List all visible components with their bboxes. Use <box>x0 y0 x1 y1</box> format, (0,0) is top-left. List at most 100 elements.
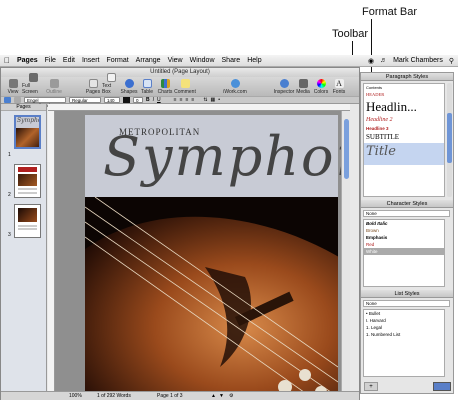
table-button[interactable]: Table <box>138 79 156 95</box>
align-center-icon[interactable]: ≡ <box>180 97 183 103</box>
pages-window: Untitled (Page Layout) View Full Screen … <box>0 67 360 400</box>
symphony-title[interactable]: Symphony <box>103 125 350 188</box>
styles-drawer-icon[interactable] <box>14 97 21 103</box>
align-left-icon[interactable]: ≡ <box>174 97 177 103</box>
columns-icon[interactable]: ▦ <box>211 97 216 103</box>
paragraph-styles-scroll-thumb[interactable] <box>447 113 452 163</box>
page-number-3: 3 <box>8 232 11 238</box>
canvas-scroll-thumb[interactable] <box>344 119 349 179</box>
toolbar-callout: Toolbar <box>332 28 369 40</box>
inspector-button[interactable]: Inspector <box>274 79 294 95</box>
toolbar: View Full Screen Outline Pages Text Box … <box>1 73 359 96</box>
media-button[interactable]: Media <box>294 79 312 95</box>
page-down-icon[interactable]: ▼ <box>219 393 224 399</box>
character-styles-list[interactable]: Bold Italic Brown Emphasis Red White <box>363 219 445 287</box>
character-style-item[interactable]: Bold Italic <box>364 220 444 227</box>
page-thumbnail-1[interactable]: Symphony <box>14 115 41 149</box>
full-screen-button[interactable]: Full Screen <box>22 73 44 95</box>
align-right-icon[interactable]: ≡ <box>185 97 188 103</box>
text-box-button[interactable]: Text Box <box>102 73 120 95</box>
styles-drawer: Paragraph Styles Contents HEADER Headlin… <box>360 72 454 394</box>
paragraph-style-item[interactable]: Headlin... <box>364 98 444 116</box>
paragraph-style-item[interactable]: SUBTITLE <box>364 132 444 143</box>
character-spacing-field[interactable]: 0 <box>133 97 143 103</box>
list-bullets-icon[interactable]: • <box>218 97 220 103</box>
font-size-field[interactable]: 140 <box>104 97 120 103</box>
comment-button[interactable]: Comment <box>174 79 196 95</box>
title-band[interactable]: METROPOLITAN Symphony <box>85 115 350 197</box>
page-count: Page 1 of 3 <box>157 393 183 399</box>
list-style-item[interactable]: 1. Numbered List <box>364 331 444 338</box>
volume-icon[interactable]: ♬ <box>380 57 387 64</box>
paragraph-style-item-selected[interactable]: Title <box>364 143 444 165</box>
drawer-view-toggle[interactable] <box>433 382 451 391</box>
fonts-button[interactable]: A Fonts <box>330 79 348 95</box>
list-styles-list[interactable]: • Bullet I. Harvard 1. Legal 1. Numbered… <box>363 309 445 377</box>
font-style-select[interactable]: Regular <box>69 97 101 103</box>
paragraph-styles-scrollbar[interactable] <box>447 83 452 197</box>
violin-photo[interactable] <box>85 197 338 391</box>
character-style-select[interactable]: None <box>363 210 450 217</box>
character-style-item[interactable]: Brown <box>364 227 444 234</box>
character-style-item[interactable]: Emphasis <box>364 234 444 241</box>
menu-edit[interactable]: Edit <box>63 57 75 64</box>
menu-arrange[interactable]: Arrange <box>136 57 161 64</box>
wifi-icon[interactable]: ◉ <box>368 57 374 65</box>
iwork-button[interactable]: iWork.com <box>222 79 248 95</box>
list-style-item[interactable]: I. Harvard <box>364 317 444 324</box>
paragraph-style-icon[interactable] <box>4 97 11 103</box>
paragraph-style-item[interactable]: Headline 2 <box>364 116 444 125</box>
paragraph-style-item[interactable]: Contents <box>364 84 444 91</box>
italic-button[interactable]: I <box>153 97 154 103</box>
character-style-item[interactable]: Red <box>364 241 444 248</box>
pages-sidebar-header: Pages <box>1 104 46 111</box>
zoom-level[interactable]: 100% <box>69 393 82 399</box>
menu-format[interactable]: Format <box>106 57 128 64</box>
menu-file[interactable]: File <box>45 57 56 64</box>
page-thumbnail-2[interactable] <box>14 164 41 198</box>
paragraph-style-item[interactable]: Headline 3 <box>364 125 444 132</box>
canvas-scrollbar[interactable] <box>341 111 350 391</box>
horizontal-ruler[interactable] <box>48 104 350 111</box>
page-action-gear-icon[interactable]: ⚙ <box>229 393 233 399</box>
list-style-select[interactable]: None <box>363 300 450 307</box>
vertical-ruler[interactable] <box>48 111 55 391</box>
underline-button[interactable]: U <box>157 97 161 103</box>
violin-image <box>85 197 338 391</box>
document-canvas[interactable]: METROPOLITAN Symphony <box>48 104 350 391</box>
menu-app[interactable]: Pages <box>17 57 38 64</box>
menu-user[interactable]: Mark Chambers <box>393 57 443 64</box>
paragraph-styles-header: Paragraph Styles <box>361 73 453 81</box>
apple-menu-icon[interactable]:  <box>4 56 10 65</box>
shapes-button[interactable]: Shapes <box>120 79 138 95</box>
charts-button[interactable]: Charts <box>156 79 174 95</box>
line-spacing-icon[interactable]: ⇅ <box>203 97 207 103</box>
list-style-item[interactable]: • Bullet <box>364 310 444 317</box>
menu-share[interactable]: Share <box>222 57 241 64</box>
document-page[interactable]: METROPOLITAN Symphony <box>85 115 350 391</box>
format-bar-callout: Format Bar <box>362 6 418 18</box>
character-style-item[interactable]: White <box>364 248 444 255</box>
page-number-1: 1 <box>8 152 11 158</box>
text-color-swatch[interactable] <box>123 97 130 103</box>
menu-insert[interactable]: Insert <box>82 57 100 64</box>
menu-window[interactable]: Window <box>190 57 215 64</box>
font-family-select[interactable]: Engel Roundhand <box>24 97 66 108</box>
menu-help[interactable]: Help <box>247 57 261 64</box>
menu-view[interactable]: View <box>168 57 183 64</box>
view-button[interactable]: View <box>4 79 22 95</box>
outline-button[interactable]: Outline <box>44 79 64 95</box>
add-style-button[interactable]: + <box>364 382 378 391</box>
format-bar: Engel Roundhand Regular 140 0 B I U ≡ ≡ … <box>1 96 359 108</box>
paragraph-style-item[interactable]: HEADER <box>364 91 444 98</box>
paragraph-styles-list[interactable]: Contents HEADER Headlin... Headline 2 He… <box>363 83 445 197</box>
pages-button[interactable]: Pages <box>84 79 102 95</box>
bold-button[interactable]: B <box>146 97 150 103</box>
list-style-item[interactable]: 1. Legal <box>364 324 444 331</box>
page-up-icon[interactable]: ▲ <box>211 393 216 399</box>
justify-icon[interactable]: ≡ <box>191 97 194 103</box>
page-thumbnail-3[interactable] <box>14 204 41 238</box>
spotlight-icon[interactable]: ⚲ <box>449 57 454 65</box>
window-title: Untitled (Page Layout) <box>1 68 359 77</box>
colors-button[interactable]: Colors <box>312 79 330 95</box>
